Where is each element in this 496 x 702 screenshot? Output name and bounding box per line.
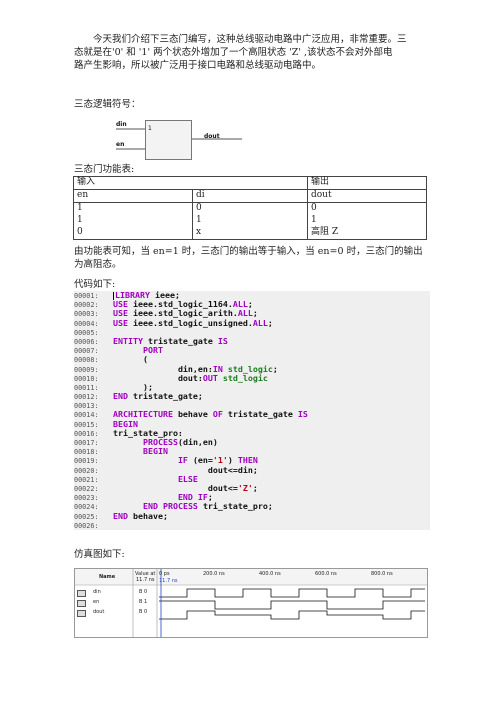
cursor-label: 11.7 ns <box>159 578 178 584</box>
table-row: 1 1 1 <box>73 215 427 227</box>
cell: 1 <box>73 202 193 215</box>
code-token: ieee.std_logic_unsigned. <box>132 317 253 328</box>
signal-name: dout <box>93 609 105 615</box>
code-token: IS <box>297 409 308 420</box>
code-token: ; <box>252 482 258 493</box>
conclusion-paragraph: 由功能表可知，当 en=1 时，三态门的输出等于输入，当 en=0 时，三态门的… <box>74 245 434 271</box>
cell: x <box>192 227 308 240</box>
symbol-one-label: 1 <box>148 125 152 132</box>
time-label: 0 ps <box>159 571 170 577</box>
code-line: 00025: END behave; <box>74 510 430 521</box>
dout-trace <box>159 610 425 620</box>
code-token: 'Z' <box>237 482 253 493</box>
time-label: 200.0 ns <box>203 571 225 577</box>
symbol-body <box>145 120 192 160</box>
code-token: (din,en) <box>177 437 218 447</box>
col-di: di <box>192 189 308 203</box>
signal-row-en[interactable]: en B 1 <box>77 599 157 609</box>
code-token: behave <box>132 510 163 521</box>
code-token: tristate_gate <box>132 391 198 402</box>
code-token: USE <box>113 317 133 328</box>
code-token: IS <box>217 335 228 346</box>
table-header-row: en di dout <box>73 189 427 203</box>
symbol-dout-label: dout <box>204 133 220 140</box>
group-output: 输出 <box>307 176 427 190</box>
time-label: 400.0 ns <box>259 571 281 577</box>
intro-line-1: 今天我们介绍下三态门编写，这种总线驱动电路中广泛应用，非常重要。三 <box>93 34 407 45</box>
name-header: Name <box>99 574 116 580</box>
function-table: 输入 输出 en di dout 1 0 0 1 1 1 0 x 高阻 Z <box>73 176 427 240</box>
time-label: 600.0 ns <box>315 571 337 577</box>
code-token: OUT <box>202 372 223 383</box>
code-token: ; <box>267 317 273 328</box>
signal-icon <box>77 590 86 597</box>
time-label: 800.0 ns <box>371 571 393 577</box>
code-line: 00012: END tristate_gate; <box>74 391 430 402</box>
code-token: ; <box>272 363 278 374</box>
symbol-en-label: en <box>116 141 125 148</box>
conclusion-line-1: 由功能表可知，当 en=1 时，三态门的输出等于输入，当 en=0 时，三态门的… <box>74 246 423 257</box>
code-token: dout: <box>177 372 203 383</box>
code-line: 00004: USE ieee.std_logic_unsigned.ALL; <box>74 317 430 328</box>
signal-row-dout[interactable]: dout B 0 <box>77 609 157 619</box>
table-group-row: 输入 输出 <box>73 176 427 190</box>
cell: 0 <box>73 227 193 240</box>
code-token: ; <box>162 510 168 521</box>
code-token: OF <box>212 409 228 420</box>
code-token: tristate_gate <box>227 409 298 420</box>
signal-value: B 0 <box>139 589 148 595</box>
symbol-heading: 三态逻辑符号： <box>74 99 141 110</box>
sim-heading: 仿真图如下: <box>74 549 125 560</box>
din-trace <box>159 588 425 598</box>
table-row: 1 0 0 <box>73 202 427 215</box>
code-token: END <box>113 510 133 521</box>
code-token: ALL <box>252 317 268 328</box>
cell: 高阻 Z <box>307 227 427 240</box>
code-token: ; <box>197 391 203 402</box>
waveform-panel: Name Value at 11.7 ns 0 ps 200.0 ns 400.… <box>74 568 428 638</box>
symbol-din-label: din <box>116 121 127 128</box>
signal-row-din[interactable]: din B 0 <box>77 589 157 599</box>
cell: 0 <box>307 202 427 215</box>
code-token: END <box>113 391 133 402</box>
intro-paragraph: 今天我们介绍下三态门编写，这种总线驱动电路中广泛应用，非常重要。三 态就是在'0… <box>74 33 434 72</box>
signal-value: B 0 <box>139 609 148 615</box>
code-heading: 代码如下: <box>74 279 116 290</box>
code-token: std_logic <box>222 372 268 383</box>
table-row: 0 x 高阻 Z <box>73 227 427 240</box>
en-trace <box>159 600 425 610</box>
signal-icon <box>77 600 86 607</box>
signal-name: din <box>93 589 101 595</box>
code-block: 00001: LIBRARY ieee; 00002: USE ieee.std_lo… <box>74 290 430 530</box>
line-number: 00026: <box>74 521 99 530</box>
col-dout: dout <box>307 189 427 203</box>
signal-value: B 1 <box>139 599 148 605</box>
code-line: 00026: <box>74 521 430 530</box>
cell: 1 <box>192 215 308 227</box>
code-token: ; <box>267 501 273 512</box>
table-heading: 三态门功能表: <box>74 164 135 175</box>
cell: 0 <box>192 202 308 215</box>
value-header-2: 11.7 ns <box>136 577 155 583</box>
col-en: en <box>73 189 193 203</box>
code-token: dout<=din; <box>207 464 258 475</box>
intro-line-3: 路产生影响，所以被广泛用于接口电路和总线驱动电路中。 <box>74 60 322 71</box>
code-token: tri_state_pro <box>202 501 268 512</box>
conclusion-line-2: 为高阻态。 <box>74 259 122 270</box>
group-input: 输入 <box>73 176 308 190</box>
cell: 1 <box>73 215 193 227</box>
code-token: behave <box>177 409 213 420</box>
signal-icon <box>77 610 86 617</box>
intro-line-2: 态就是在'0' 和 '1' 两个状态外增加了一个高阻状态 'Z' ,该状态不会对… <box>74 47 393 58</box>
signal-name: en <box>93 599 100 605</box>
cell: 1 <box>307 215 427 227</box>
